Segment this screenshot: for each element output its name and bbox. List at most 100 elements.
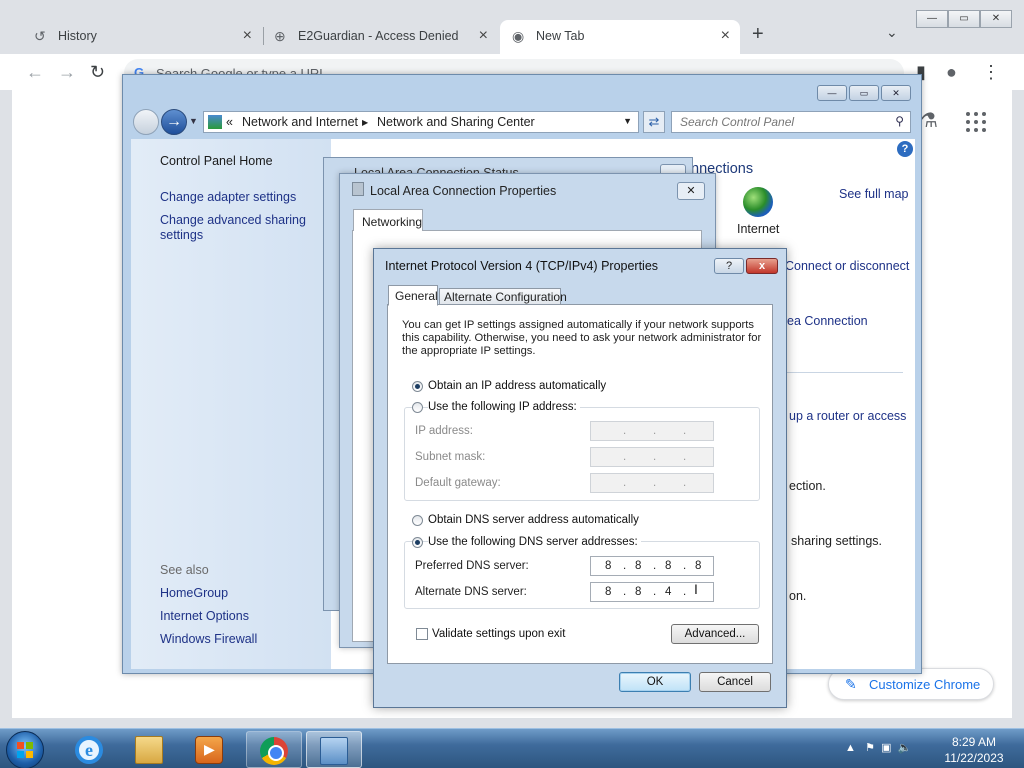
tab-e2guardian[interactable]: ⊕ E2Guardian - Access Denied × bbox=[262, 20, 498, 54]
help-button[interactable]: ? bbox=[714, 258, 744, 274]
start-button[interactable] bbox=[6, 731, 44, 768]
clock[interactable]: 8:29 AM 11/22/2023 bbox=[936, 734, 1012, 766]
windows-firewall-link[interactable]: Windows Firewall bbox=[160, 632, 257, 646]
search-placeholder: Search Control Panel bbox=[680, 115, 795, 129]
use-following-ip-label[interactable]: Use the following IP address: bbox=[428, 401, 580, 413]
default-gateway-label: Default gateway: bbox=[415, 477, 501, 489]
maximize-button[interactable]: ▭ bbox=[849, 85, 879, 101]
internet-explorer-icon: e bbox=[75, 736, 103, 764]
breadcrumb-sharing-center[interactable]: Network and Sharing Center bbox=[377, 115, 535, 129]
connect-disconnect-link[interactable]: Connect or disconnect bbox=[785, 259, 909, 273]
default-gateway-field[interactable]: ... bbox=[590, 473, 714, 493]
change-adapter-settings-link[interactable]: Change adapter settings bbox=[160, 190, 296, 204]
ok-button[interactable]: OK bbox=[619, 672, 691, 692]
use-following-dns-label[interactable]: Use the following DNS server addresses: bbox=[428, 536, 641, 548]
cp-window-controls: — ▭ ✕ bbox=[817, 85, 911, 101]
use-following-ip-radio[interactable] bbox=[412, 402, 423, 413]
chevron-down-icon[interactable]: ⌄ bbox=[886, 24, 898, 41]
history-icon: ↺ bbox=[34, 28, 46, 44]
volume-icon[interactable]: 🔈 bbox=[898, 742, 912, 754]
reload-icon[interactable]: ↻ bbox=[90, 62, 105, 83]
text-cursor-icon: I bbox=[694, 581, 698, 597]
internet-label: Internet bbox=[737, 222, 780, 236]
taskbar-explorer[interactable] bbox=[122, 731, 178, 768]
breadcrumb-network-internet[interactable]: Network and Internet bbox=[242, 115, 358, 129]
close-button[interactable]: ✕ bbox=[677, 182, 705, 200]
new-tab-button[interactable]: + bbox=[752, 23, 764, 46]
profile-icon[interactable]: ● bbox=[946, 62, 957, 83]
address-bar[interactable]: « Network and Internet ▶ Network and Sha… bbox=[203, 111, 639, 133]
taskbar-chrome[interactable] bbox=[246, 731, 302, 768]
search-input[interactable]: Search Control Panel ⚲ bbox=[671, 111, 911, 133]
description-text: You can get IP settings assigned automat… bbox=[402, 319, 762, 357]
control-panel-home-link[interactable]: Control Panel Home bbox=[160, 154, 273, 168]
control-panel-icon bbox=[208, 115, 222, 129]
change-advanced-sharing-link-line2[interactable]: settings bbox=[160, 228, 203, 242]
setup-connection-link[interactable]: up a router or access bbox=[789, 409, 906, 423]
homegroup-link[interactable]: HomeGroup bbox=[160, 586, 228, 600]
search-icon[interactable]: ⚲ bbox=[895, 114, 904, 128]
internet-options-link[interactable]: Internet Options bbox=[160, 609, 249, 623]
close-icon[interactable]: × bbox=[243, 27, 252, 45]
tab-history[interactable]: ↺ History × bbox=[22, 20, 262, 54]
apps-grid-icon[interactable] bbox=[966, 112, 986, 132]
validate-label[interactable]: Validate settings upon exit bbox=[432, 628, 565, 640]
back-button[interactable] bbox=[133, 109, 159, 135]
forward-button[interactable]: → bbox=[161, 109, 187, 135]
window-controls: — ▭ ✕ bbox=[916, 10, 1012, 28]
network-icon[interactable]: ▣ bbox=[881, 742, 891, 754]
obtain-ip-auto-radio[interactable] bbox=[412, 381, 423, 392]
close-button[interactable]: x bbox=[746, 258, 778, 274]
action-center-icon[interactable]: ⚑ bbox=[865, 742, 875, 754]
clock-time: 8:29 AM bbox=[951, 735, 997, 749]
labs-icon[interactable]: ⚗ bbox=[920, 108, 938, 133]
octet-2: 8 bbox=[635, 586, 642, 598]
windows-logo-icon bbox=[17, 742, 33, 758]
octet-3: 4 bbox=[665, 586, 672, 598]
obtain-ip-auto-label[interactable]: Obtain an IP address automatically bbox=[428, 380, 606, 392]
lan-properties-title: Local Area Connection Properties bbox=[370, 184, 557, 198]
address-dropdown-icon[interactable]: ▼ bbox=[623, 116, 632, 126]
use-following-dns-radio[interactable] bbox=[412, 537, 423, 548]
tab-general[interactable]: General bbox=[388, 285, 438, 306]
forward-icon[interactable]: → bbox=[58, 62, 76, 83]
minimize-button[interactable]: — bbox=[817, 85, 847, 101]
validate-checkbox[interactable] bbox=[416, 628, 428, 640]
general-panel: You can get IP settings assigned automat… bbox=[387, 304, 773, 664]
ip-address-field[interactable]: ... bbox=[590, 421, 714, 441]
back-icon[interactable]: ← bbox=[26, 62, 44, 83]
obtain-dns-auto-radio[interactable] bbox=[412, 515, 423, 526]
preferred-dns-field[interactable]: 8 . 8 . 8 . 8 bbox=[590, 556, 714, 576]
folder-icon bbox=[135, 736, 163, 764]
connect-network-text: ection. bbox=[789, 479, 826, 493]
close-icon[interactable]: × bbox=[721, 27, 730, 45]
maximize-button[interactable]: ▭ bbox=[948, 10, 980, 28]
subnet-mask-field[interactable]: ... bbox=[590, 447, 714, 467]
close-icon[interactable]: × bbox=[479, 27, 488, 45]
internet-globe-icon[interactable] bbox=[743, 187, 773, 217]
taskbar-media-player[interactable] bbox=[182, 731, 238, 768]
ipv4-properties-dialog: Internet Protocol Version 4 (TCP/IPv4) P… bbox=[373, 248, 787, 708]
close-button[interactable]: ✕ bbox=[881, 85, 911, 101]
help-icon[interactable]: ? bbox=[897, 141, 913, 157]
change-advanced-sharing-link[interactable]: Change advanced sharing bbox=[160, 213, 306, 227]
tab-new-tab[interactable]: ◉ New Tab × bbox=[500, 20, 740, 54]
close-button[interactable]: ✕ bbox=[980, 10, 1012, 28]
cancel-button[interactable]: Cancel bbox=[699, 672, 771, 692]
see-full-map-link[interactable]: See full map bbox=[839, 187, 908, 201]
history-dropdown-icon[interactable]: ▼ bbox=[189, 116, 198, 126]
local-area-connection-link[interactable]: ea Connection bbox=[787, 314, 868, 328]
show-hidden-icons-icon[interactable]: ▲ bbox=[845, 742, 856, 754]
cp-sidebar: Control Panel Home Change adapter settin… bbox=[131, 139, 331, 669]
taskbar-control-panel[interactable] bbox=[306, 731, 362, 768]
advanced-button[interactable]: Advanced... bbox=[671, 624, 759, 644]
tab-networking[interactable]: Networking bbox=[353, 209, 423, 231]
breadcrumb-overflow[interactable]: « bbox=[226, 115, 233, 129]
tab-alternate-configuration[interactable]: Alternate Configuration bbox=[439, 288, 567, 305]
menu-icon[interactable]: ⋮ bbox=[982, 62, 1000, 83]
refresh-button[interactable]: ⇄ bbox=[643, 111, 665, 133]
breadcrumb-separator-icon[interactable]: ▶ bbox=[362, 118, 368, 127]
taskbar-internet-explorer[interactable]: e bbox=[62, 731, 118, 768]
obtain-dns-auto-label[interactable]: Obtain DNS server address automatically bbox=[428, 514, 639, 526]
minimize-button[interactable]: — bbox=[916, 10, 948, 28]
